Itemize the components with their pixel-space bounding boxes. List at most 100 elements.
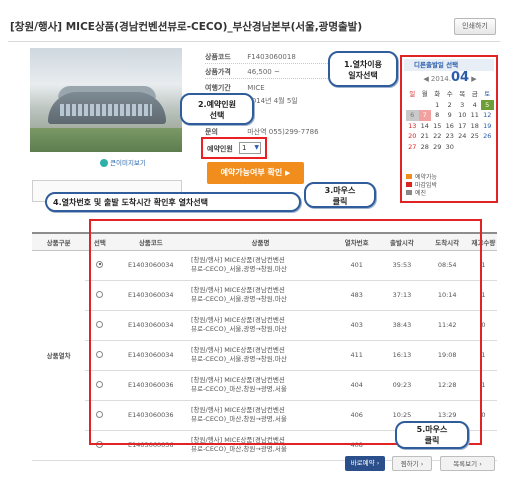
callout-3-line1: 3.마우스 xyxy=(324,186,356,195)
legend-swatch xyxy=(406,182,412,187)
legend-swatch xyxy=(406,190,412,195)
trip-label: 여행기간 xyxy=(205,84,231,92)
code-row: 상품코드 F1403060018 xyxy=(205,52,296,62)
legend-label: 예진 xyxy=(415,190,427,197)
calendar-day[interactable]: 30 xyxy=(444,142,457,153)
calendar-legend: 예약가능 마감임박 예진 xyxy=(406,174,437,198)
calendar-day xyxy=(456,142,469,153)
calendar-day[interactable]: 9 xyxy=(444,110,457,121)
photo-lawn xyxy=(30,128,182,152)
photo-windows xyxy=(60,104,152,116)
calendar-weekday: 월 xyxy=(421,90,428,98)
calendar-weekday: 토 xyxy=(484,90,491,98)
legend-item: 마감임박 xyxy=(406,182,437,190)
trip-date: 2014년 4월 5일 xyxy=(247,97,298,105)
calendar-day[interactable]: 24 xyxy=(456,131,469,142)
calendar-day[interactable]: 8 xyxy=(431,110,444,121)
list-label: 목록보기 xyxy=(453,460,478,468)
calendar-day[interactable]: 2 xyxy=(444,100,457,111)
calendar-day[interactable]: 19 xyxy=(481,121,494,132)
callout-step-2: 2.예약인원 선택 xyxy=(180,93,254,125)
prev-month-icon[interactable]: ◀ xyxy=(423,75,431,83)
check-button-label: 예약가능여부 확인 xyxy=(220,168,283,177)
calendar-day[interactable]: 18 xyxy=(469,121,482,132)
page-title: [창원/행사] MICE상품(경남컨벤션뷰로-CECO)_부산경남본부(서울,광… xyxy=(10,21,363,33)
legend-label: 마감임박 xyxy=(415,182,438,189)
calendar-day[interactable]: 10 xyxy=(456,110,469,121)
title-bar: [창원/행사] MICE상품(경남컨벤션뷰로-CECO)_부산경남본부(서울,광… xyxy=(8,12,500,42)
calendar-day xyxy=(406,100,419,111)
calendar-weekday-row: 일월화수목금토 xyxy=(406,89,494,100)
calendar-grid: 일 월 화 수 목 금 토 1 2 3 4 5 6 7 8 9 10 11 12 13 14 15 16 17 18 19 20 21… xyxy=(406,89,494,152)
calendar-week: 6 7 8 9 10 11 12 xyxy=(406,110,494,121)
calendar-day[interactable]: 14 xyxy=(419,121,432,132)
calendar-day[interactable]: 4 xyxy=(469,100,482,111)
code-label: 상품코드 xyxy=(205,53,231,61)
next-month-icon[interactable]: ▶ xyxy=(471,75,476,83)
calendar-day[interactable]: 20 xyxy=(406,131,419,142)
column-header: 상품구분 xyxy=(32,232,86,251)
calendar-weekday: 수 xyxy=(446,90,453,98)
calendar-week: 13 14 15 16 17 18 19 xyxy=(406,121,494,132)
calendar-day[interactable]: 16 xyxy=(444,121,457,132)
list-button[interactable]: 목록보기 › xyxy=(440,456,495,471)
callout-3-line2: 클릭 xyxy=(332,197,348,206)
count-value: 1 xyxy=(242,144,247,152)
count-label: 예약인원 xyxy=(207,145,233,153)
calendar-year: 2014. xyxy=(430,75,451,83)
callout-step-3: 3.마우스 클릭 xyxy=(304,182,376,208)
callout-step-4: 4.열차번호 및 출발 도착시간 확인후 열차선택 xyxy=(45,192,301,212)
callout-step-5: 5.마우스 클릭 xyxy=(395,421,469,449)
trip-value: MICE xyxy=(247,84,265,92)
inquiry-label: 문의 xyxy=(205,128,218,136)
reserve-now-button[interactable]: 바로예약 › xyxy=(345,456,385,471)
calendar-month: ◀ 2014.04 ▶ xyxy=(406,70,494,85)
callout-1-line2: 일자선택 xyxy=(348,71,378,80)
calendar-weekday: 화 xyxy=(434,90,441,98)
count-select[interactable]: 1 ▼ xyxy=(239,142,261,154)
calendar-day[interactable]: 17 xyxy=(456,121,469,132)
inquiry-row: 문의 마산역 055)299-7786 xyxy=(205,127,319,137)
calendar-day[interactable]: 13 xyxy=(406,121,419,132)
calendar-day[interactable]: 7 xyxy=(418,110,431,121)
calendar-day[interactable]: 21 xyxy=(419,131,432,142)
wishlist-button[interactable]: 찜하기 › xyxy=(392,456,432,471)
legend-swatch xyxy=(406,174,412,179)
calendar-day[interactable]: 28 xyxy=(419,142,432,153)
calendar-day[interactable]: 29 xyxy=(431,142,444,153)
calendar-day[interactable]: 25 xyxy=(469,131,482,142)
legend-item: 예진 xyxy=(406,190,437,198)
callout-5-line2: 클릭 xyxy=(424,436,440,445)
calendar-day[interactable]: 11 xyxy=(469,110,482,121)
zoom-image-link[interactable]: 큰이미지보기 xyxy=(100,157,146,167)
calendar-day[interactable]: 22 xyxy=(431,131,444,142)
callout-2-line2: 선택 xyxy=(209,111,225,120)
legend-label: 예약가능 xyxy=(415,174,438,181)
category-cell: 상품열차 xyxy=(32,250,86,461)
reservation-count: 예약인원 1 ▼ xyxy=(201,137,267,159)
product-photo xyxy=(30,48,182,152)
print-button[interactable]: 인쇄하기 xyxy=(454,18,496,35)
inquiry-value: 마산역 055)299-7786 xyxy=(247,128,319,136)
price-value: 46,500 ~ xyxy=(247,68,280,76)
calendar-day[interactable]: 5 xyxy=(481,99,494,110)
legend-item: 예약가능 xyxy=(406,174,437,182)
reserve-label: 바로예약 xyxy=(350,459,375,467)
calendar-day[interactable]: 1 xyxy=(431,100,444,111)
price-label: 상품가격 xyxy=(205,68,231,76)
calendar-day xyxy=(481,142,494,153)
calendar-week: 20 21 22 23 24 25 26 xyxy=(406,131,494,142)
calendar-day xyxy=(419,100,432,111)
chevron-right-icon: ▶ xyxy=(285,169,291,177)
product-name-line: 뷰로-CECO)_마산,창원→광명,서울 xyxy=(190,445,287,453)
calendar-day[interactable]: 3 xyxy=(456,100,469,111)
check-availability-button[interactable]: 예약가능여부 확인 ▶ xyxy=(207,162,304,184)
calendar-day[interactable]: 26 xyxy=(481,131,494,142)
calendar-day[interactable]: 27 xyxy=(406,142,419,153)
cart-label: 찜하기 xyxy=(400,460,419,468)
calendar-day[interactable]: 12 xyxy=(481,110,494,121)
calendar-day[interactable]: 23 xyxy=(444,131,457,142)
callout-1-line1: 1.열차이용 xyxy=(343,60,383,69)
calendar-day[interactable]: 15 xyxy=(431,121,444,132)
calendar-day[interactable]: 6 xyxy=(406,110,419,121)
